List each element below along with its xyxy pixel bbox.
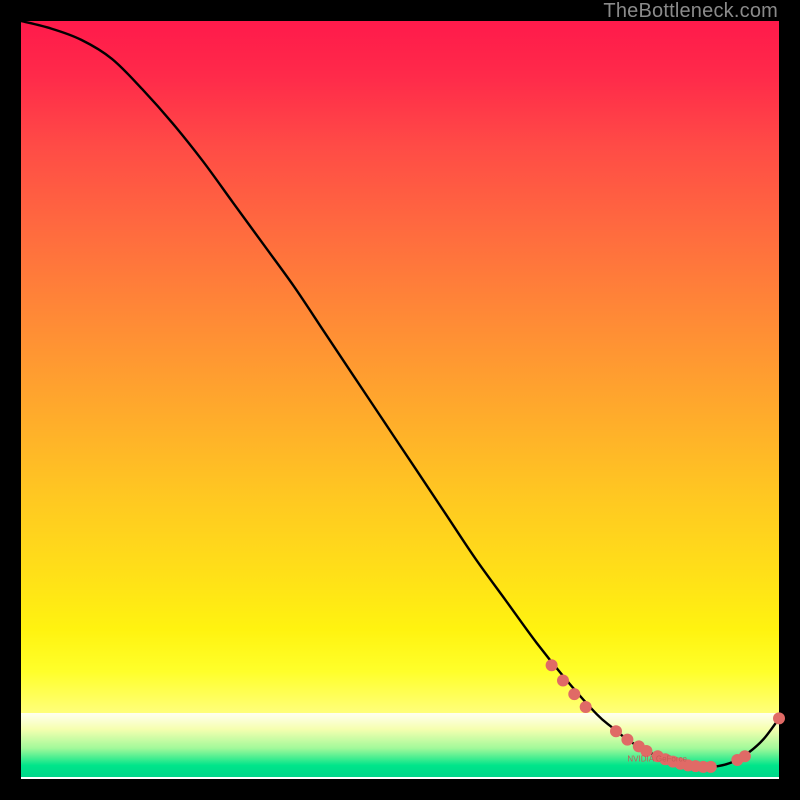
data-marker (546, 659, 558, 671)
curve-layer: NVIDIA GeForce (21, 21, 779, 779)
data-marker (610, 725, 622, 737)
data-marker (705, 761, 717, 773)
data-marker (773, 712, 785, 724)
data-marker (739, 750, 751, 762)
data-marker (580, 701, 592, 713)
plot-area: NVIDIA GeForce (21, 21, 779, 779)
watermark-text: TheBottleneck.com (603, 0, 778, 23)
bottleneck-curve (21, 21, 779, 767)
marker-inline-label: NVIDIA GeForce (627, 755, 687, 764)
data-marker (568, 688, 580, 700)
data-marker (557, 675, 569, 687)
data-marker (621, 734, 633, 746)
chart-stage: TheBottleneck.com NVIDIA GeForce (0, 0, 800, 800)
